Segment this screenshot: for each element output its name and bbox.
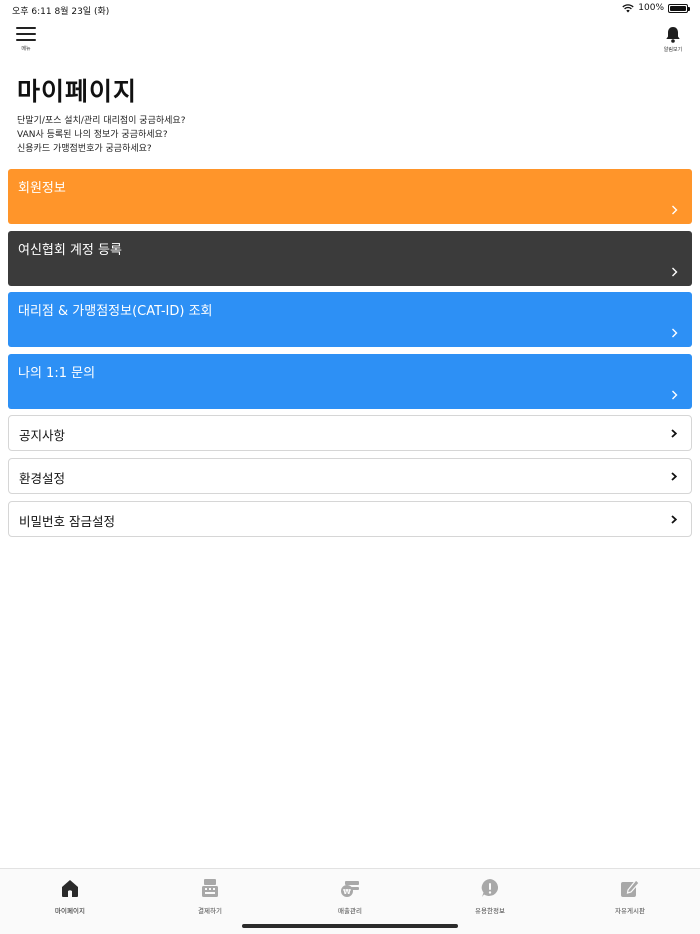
card-title: 나의 1:1 문의 [18,365,96,381]
top-bar: 메뉴 알림보기 [0,26,700,56]
notice-item[interactable]: 공지사항 [8,415,692,451]
home-indicator[interactable] [242,924,458,928]
description-line: VAN사 등록된 나의 정보가 궁금하세요? [17,130,168,140]
settings-item[interactable]: 환경설정 [8,458,692,494]
status-bar: 오후 6:11 8월 23일 (화) 100% [0,0,700,18]
list-item-label: 환경설정 [19,471,66,486]
chevron-right-icon [671,515,677,524]
menu-cards: 회원정보 여신협회 계정 등록 대리점 & 가맹점정보(CAT-ID) 조회 나… [8,169,692,415]
tab-mypage[interactable]: 마이페이지 [0,869,140,934]
edit-board-icon [621,879,640,897]
tab-label: 마이페이지 [55,907,85,915]
tab-label: 결제하기 [198,907,222,915]
page-title: 마이페이지 [17,77,138,106]
password-lock-item[interactable]: 비밀번호 잠금설정 [8,501,692,537]
one-on-one-inquiry-card[interactable]: 나의 1:1 문의 [8,353,692,409]
tab-free-board[interactable]: 자유게시판 [560,869,700,934]
menu-label: 메뉴 [21,46,31,52]
svg-text:₩: ₩ [343,888,351,896]
card-title: 회원정보 [18,181,66,196]
page-description: 단말기/포스 설치/관리 대리점이 궁금하세요? VAN사 등록된 나의 정보가… [17,114,185,156]
chevron-right-icon [672,328,678,338]
member-info-card[interactable]: 회원정보 [8,169,692,224]
info-bubble-icon [481,879,499,897]
alarm-label: 알림보기 [663,47,683,53]
chevron-right-icon [672,267,678,276]
agency-merchant-lookup-card[interactable]: 대리점 & 가맹점정보(CAT-ID) 조회 [8,292,692,347]
tab-label: 유용한정보 [475,907,505,915]
tab-label: 매출관리 [338,907,362,915]
chevron-right-icon [671,429,677,438]
menu-button[interactable]: 메뉴 [14,26,38,52]
list-item-label: 비밀번호 잠금설정 [19,514,115,529]
tab-label: 자유게시판 [615,907,645,915]
settings-list: 공지사항 환경설정 비밀번호 잠금설정 [8,415,692,544]
page-header: 마이페이지 단말기/포스 설치/관리 대리점이 궁금하세요? VAN사 등록된 … [17,72,185,156]
status-time-date: 오후 6:11 8월 23일 (화) [12,7,110,17]
card-title: 여신협회 계정 등록 [18,242,122,258]
description-line: 신용카드 가맹점번호가 궁금하세요? [17,144,152,154]
chevron-right-icon [671,472,677,481]
description-line: 단말기/포스 설치/관리 대리점이 궁금하세요? [17,116,186,126]
card-title: 대리점 & 가맹점정보(CAT-ID) 조회 [18,304,213,319]
chevron-right-icon [672,390,678,399]
status-indicators: 100% [622,3,690,13]
battery-level [670,5,686,11]
cash-register-icon [202,879,218,897]
chevron-right-icon [672,205,678,215]
list-item-label: 공지사항 [19,428,66,443]
alarm-button[interactable]: 알림보기 [660,26,686,53]
battery-icon [668,3,690,13]
home-icon [62,880,78,897]
wifi-icon [622,3,634,12]
credit-association-account-card[interactable]: 여신협회 계정 등록 [8,230,692,286]
hamburger-icon [16,27,36,41]
battery-percent: 100% [638,3,664,13]
sales-wallet-icon: ₩ [341,881,359,897]
bell-icon [666,27,680,43]
